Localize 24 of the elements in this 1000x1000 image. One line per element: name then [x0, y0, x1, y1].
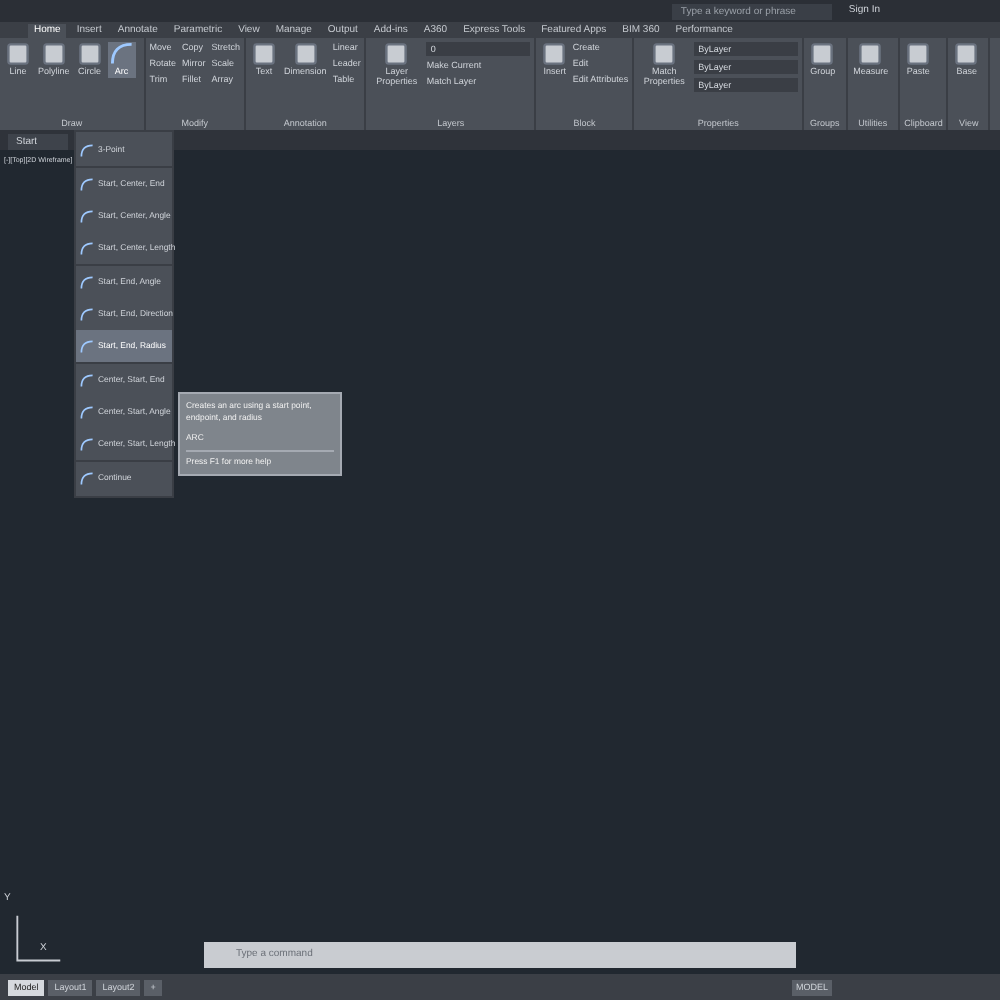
arc-icon	[80, 209, 94, 223]
tool-icon	[252, 42, 277, 66]
arc-icon	[80, 405, 94, 419]
tool-icon	[384, 42, 409, 66]
arc-icon	[80, 177, 94, 191]
tool-icon	[77, 42, 102, 66]
tool-icon	[652, 42, 677, 66]
arc-icon	[109, 42, 134, 66]
arc-icon	[80, 437, 94, 451]
tool-icon	[6, 42, 30, 66]
arc-icon	[80, 339, 94, 353]
arc-icon	[80, 307, 94, 321]
arc-icon	[80, 275, 94, 289]
tool-icon	[954, 42, 979, 66]
tool-icon	[542, 42, 567, 66]
tool-icon	[810, 42, 835, 66]
tool-icon	[293, 42, 318, 66]
tool-icon	[41, 42, 66, 66]
tool-icon	[906, 42, 931, 66]
tool-icon	[858, 42, 883, 66]
arc-icon	[80, 241, 94, 255]
arc-icon	[80, 143, 94, 157]
arc-icon	[80, 471, 94, 485]
arc-icon	[80, 373, 94, 387]
